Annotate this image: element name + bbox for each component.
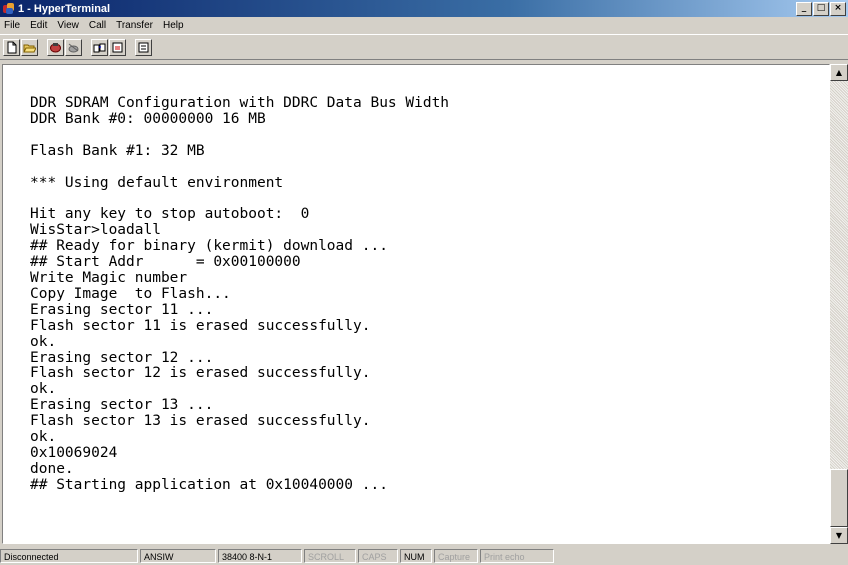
disconnect-icon[interactable] bbox=[65, 38, 82, 56]
terminal-line: ## Starting application at 0x10040000 ..… bbox=[30, 476, 388, 493]
terminal-line: ok. bbox=[30, 333, 57, 350]
status-scroll: SCROLL bbox=[304, 549, 356, 563]
status-capture: Capture bbox=[434, 549, 478, 563]
terminal-text: DDR SDRAM Configuration with DDRC Data B… bbox=[3, 65, 829, 494]
status-port-settings: 38400 8-N-1 bbox=[218, 549, 302, 563]
terminal-line: Flash Bank #1: 32 MB bbox=[30, 142, 205, 159]
terminal-line: 0x10069024 bbox=[30, 444, 118, 461]
scrollbar-thumb[interactable] bbox=[830, 469, 848, 527]
menu-help[interactable]: Help bbox=[158, 20, 189, 31]
terminal-line: WisStar>loadall bbox=[30, 222, 161, 239]
new-document-icon[interactable] bbox=[3, 38, 20, 56]
vertical-scrollbar[interactable]: ▲ ▼ bbox=[830, 64, 848, 544]
terminal-line: ok. bbox=[30, 381, 57, 398]
send-file-icon[interactable] bbox=[91, 38, 108, 56]
status-connection: Disconnected bbox=[0, 549, 138, 563]
title-bar: 1 - HyperTerminal _ □ × bbox=[0, 0, 848, 17]
status-num: NUM bbox=[400, 549, 432, 563]
open-folder-icon[interactable] bbox=[21, 38, 38, 56]
status-caps: CAPS bbox=[358, 549, 398, 563]
close-button[interactable]: × bbox=[830, 2, 846, 16]
terminal-line: DDR SDRAM Configuration with DDRC Data B… bbox=[30, 95, 450, 111]
menu-call[interactable]: Call bbox=[84, 20, 111, 31]
status-bar: Disconnected ANSIW 38400 8-N-1 SCROLL CA… bbox=[0, 547, 848, 565]
menu-edit[interactable]: Edit bbox=[25, 20, 52, 31]
terminal-line: Erasing sector 11 ... bbox=[30, 301, 214, 318]
terminal-line: Flash sector 13 is erased successfully. bbox=[30, 413, 371, 430]
terminal-line: ## Ready for binary (kermit) download ..… bbox=[30, 238, 388, 255]
hyperterminal-app-icon[interactable] bbox=[3, 2, 15, 15]
menu-view[interactable]: View bbox=[52, 20, 84, 31]
terminal-line: done. bbox=[30, 460, 74, 477]
terminal-line: ok. bbox=[30, 429, 57, 446]
minimize-button[interactable]: _ bbox=[796, 2, 812, 16]
terminal-line: Hit any key to stop autoboot: 0 bbox=[30, 206, 310, 223]
toolbar bbox=[0, 34, 848, 60]
receive-file-icon[interactable] bbox=[109, 38, 126, 56]
terminal-line: Erasing sector 13 ... bbox=[30, 397, 214, 414]
scroll-up-button[interactable]: ▲ bbox=[830, 64, 848, 81]
status-print-echo: Print echo bbox=[480, 549, 554, 563]
menu-transfer[interactable]: Transfer bbox=[111, 20, 158, 31]
terminal-line: DDR Bank #0: 00000000 16 MB bbox=[30, 110, 266, 127]
terminal-line: Flash sector 11 is erased successfully. bbox=[30, 317, 371, 334]
properties-icon[interactable] bbox=[135, 38, 152, 56]
scroll-down-button[interactable]: ▼ bbox=[830, 527, 848, 544]
terminal-line: Erasing sector 12 ... bbox=[30, 349, 214, 366]
menu-file[interactable]: File bbox=[0, 20, 25, 31]
terminal-line: Copy Image to Flash... bbox=[30, 285, 231, 302]
phone-connect-icon[interactable] bbox=[47, 38, 64, 56]
status-emulation: ANSIW bbox=[140, 549, 216, 563]
menu-bar: File Edit View Call Transfer Help bbox=[0, 17, 848, 34]
terminal-line: ## Start Addr = 0x00100000 bbox=[30, 254, 301, 271]
maximize-button[interactable]: □ bbox=[813, 2, 829, 16]
terminal-line: *** Using default environment bbox=[30, 174, 284, 191]
terminal-output[interactable]: DDR SDRAM Configuration with DDRC Data B… bbox=[2, 64, 830, 544]
window-title: 1 - HyperTerminal bbox=[18, 2, 111, 15]
terminal-line: Flash sector 12 is erased successfully. bbox=[30, 365, 371, 382]
terminal-line: Write Magic number bbox=[30, 269, 188, 286]
